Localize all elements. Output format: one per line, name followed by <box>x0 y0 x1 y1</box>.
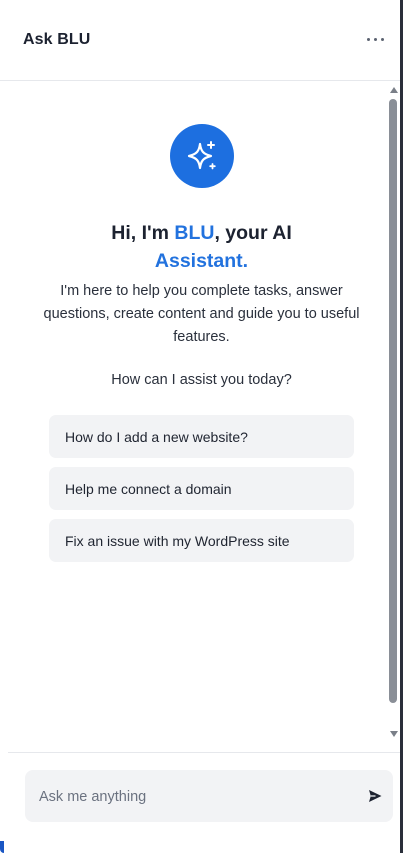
assist-prompt: How can I assist you today? <box>111 372 292 388</box>
welcome-description: I'm here to help you complete tasks, ans… <box>43 283 360 345</box>
panel-header: Ask BLU <box>0 0 400 81</box>
suggestion-chip[interactable]: Fix an issue with my WordPress site <box>49 519 354 562</box>
message-composer <box>25 770 393 824</box>
assistant-name: BLU <box>174 222 215 244</box>
more-dot <box>373 37 377 41</box>
greeting-prefix: Hi, I'm <box>111 222 175 244</box>
send-button[interactable] <box>367 788 383 804</box>
conversation-scrollbar[interactable] <box>388 84 400 740</box>
send-icon <box>369 790 382 802</box>
suggestion-chip[interactable]: Help me connect a domain <box>49 467 354 510</box>
panel-title: Ask BLU <box>23 31 91 48</box>
sparkles-icon <box>187 141 216 170</box>
assistant-avatar <box>170 124 234 188</box>
more-horizontal-icon <box>366 37 370 41</box>
suggestion-label: How do I add a new website? <box>65 428 248 445</box>
message-input[interactable] <box>37 770 361 824</box>
welcome-heading: Hi, I'm BLU, your AI Assistant. <box>0 219 403 275</box>
greeting-mid: , your AI <box>214 222 292 244</box>
chat-panel: Ask BLU Hi, I'm BLU, your AI Assistant. … <box>0 0 403 853</box>
more-dot <box>380 37 384 41</box>
greeting-suffix: Assistant. <box>154 250 249 272</box>
more-options-button[interactable] <box>362 28 388 50</box>
suggestion-label: Help me connect a domain <box>65 480 232 497</box>
scroll-up-arrow-icon[interactable] <box>390 87 398 93</box>
suggestion-chip[interactable]: How do I add a new website? <box>49 415 354 458</box>
composer-divider <box>8 752 400 753</box>
scroll-down-arrow-icon[interactable] <box>390 731 398 737</box>
suggestion-label: Fix an issue with my WordPress site <box>65 532 290 549</box>
window-corner <box>0 841 4 853</box>
scrollbar-thumb[interactable] <box>389 99 397 703</box>
